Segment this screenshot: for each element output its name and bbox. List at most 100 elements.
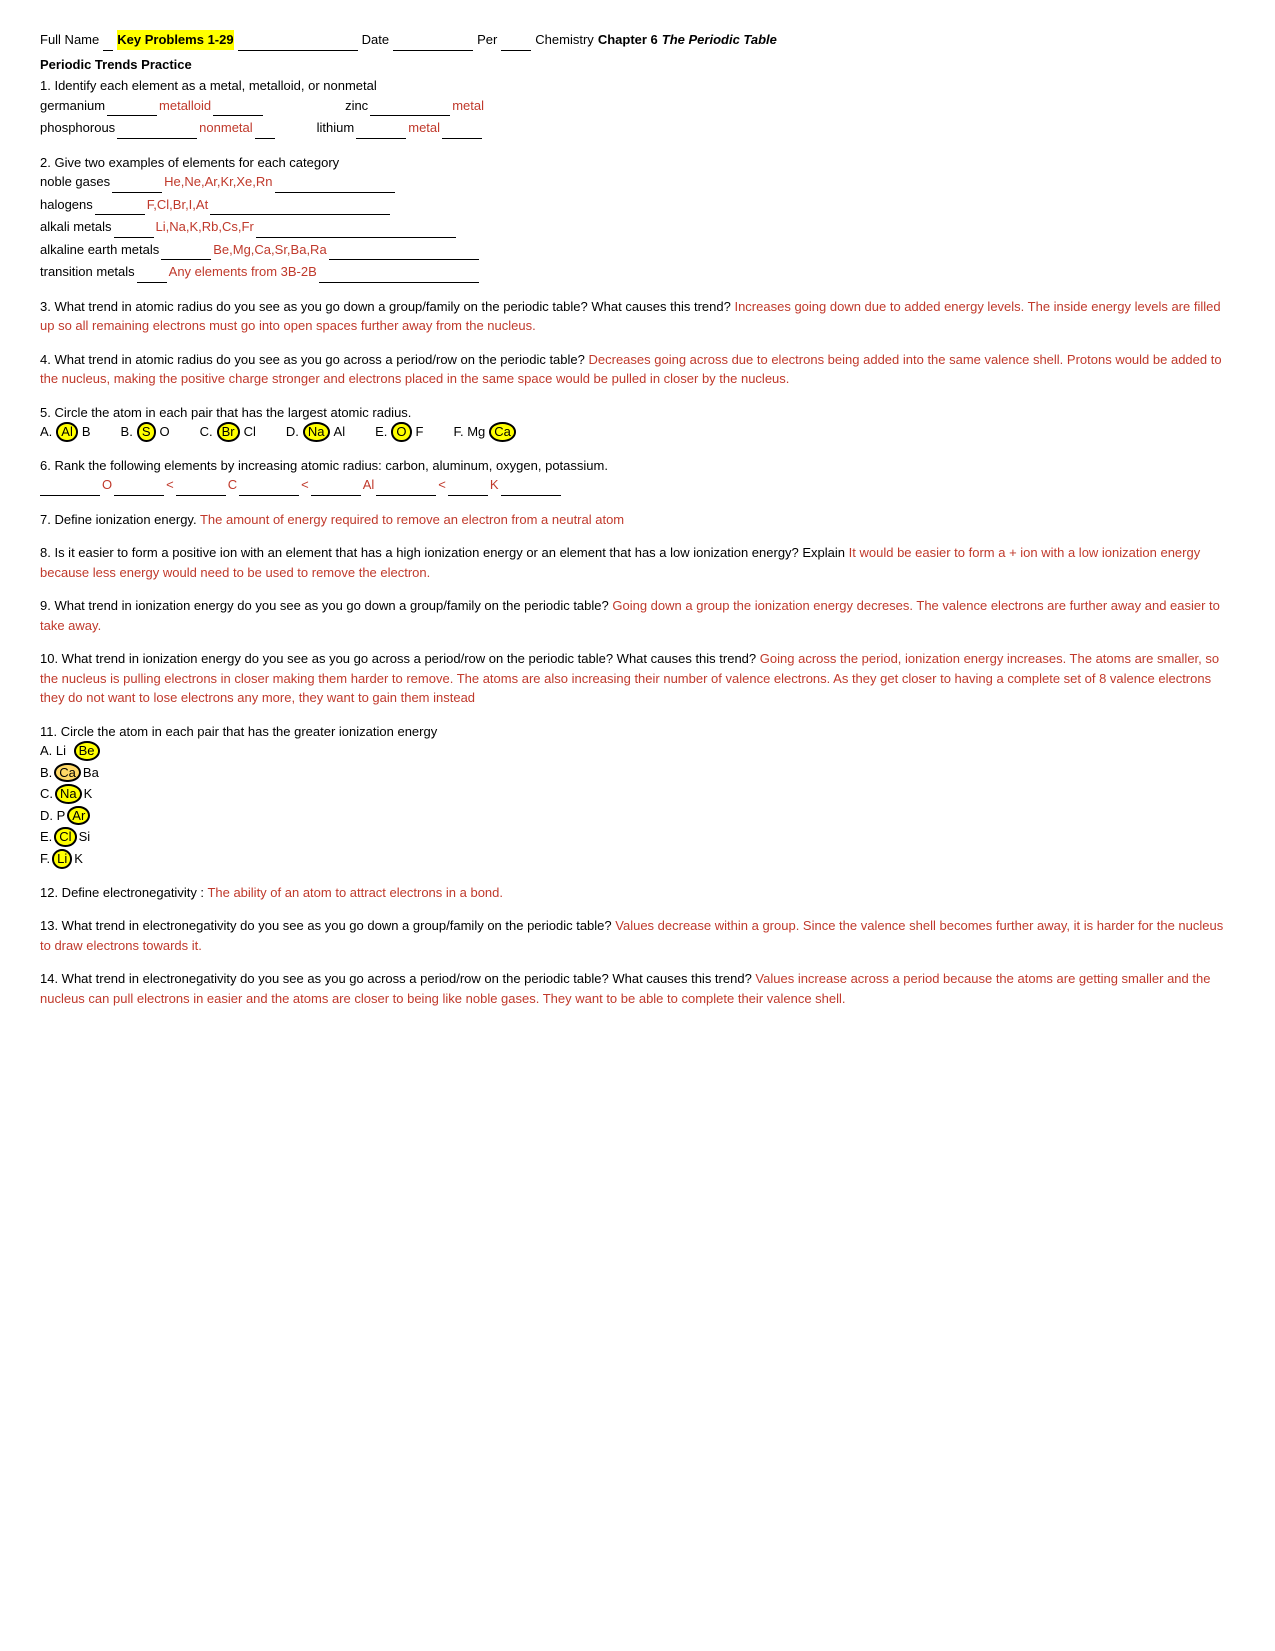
question-4: 4. What trend in atomic radius do you se… — [40, 350, 1235, 389]
q1-phosphorous-label: phosphorous — [40, 118, 115, 138]
q5-c-label: C. — [200, 422, 213, 442]
question-13: 13. What trend in electronegativity do y… — [40, 916, 1235, 955]
q7-answer: The amount of energy required to remove … — [200, 512, 624, 527]
q1-text: 1. Identify each element as a metal, met… — [40, 76, 1235, 96]
q5-a-label: A. — [40, 422, 52, 442]
q12-question: 12. Define electronegativity : — [40, 885, 204, 900]
question-7: 7. Define ionization energy. The amount … — [40, 510, 1235, 530]
q5-f-ca: Ca — [489, 422, 516, 442]
q2-alkaline-answer: Be,Mg,Ca,Sr,Ba,Ra — [213, 240, 326, 260]
q2-alkali-row: alkali metals Li,Na,K,Rb,Cs,Fr — [40, 217, 1235, 238]
q2-noble-answer: He,Ne,Ar,Kr,Xe,Rn — [164, 172, 272, 192]
question-2: 2. Give two examples of elements for eac… — [40, 153, 1235, 283]
q11-c-k: K — [84, 784, 93, 804]
date-blank — [393, 30, 473, 51]
q11-d-ar: Ar — [67, 806, 90, 826]
q5-e-f: F — [416, 422, 424, 442]
name-blank-pre — [103, 30, 113, 51]
q11-d-label: D. P — [40, 806, 65, 826]
q5-a-al: Al — [56, 422, 78, 442]
q8-question: 8. Is it easier to form a positive ion w… — [40, 545, 845, 560]
q1-lithium-blank — [356, 118, 406, 139]
q5-b-s: S — [137, 422, 156, 442]
q5-d-label: D. — [286, 422, 299, 442]
q1-zinc-blank — [370, 96, 450, 117]
q14-question: 14. What trend in electronegativity do y… — [40, 971, 752, 986]
q1-lithium-blank2 — [442, 118, 482, 139]
q6-c: C — [228, 475, 237, 495]
q2-noble-blank2 — [275, 172, 395, 193]
q5-c-cl: Cl — [244, 422, 256, 442]
q5-text: 5. Circle the atom in each pair that has… — [40, 403, 1235, 423]
q11-pair-a: A. Li Be — [40, 741, 1235, 761]
q6-blank2 — [114, 475, 164, 496]
q10-question: 10. What trend in ionization energy do y… — [40, 651, 756, 666]
question-12: 12. Define electronegativity : The abili… — [40, 883, 1235, 903]
q2-alkaline-row: alkaline earth metals Be,Mg,Ca,Sr,Ba,Ra — [40, 240, 1235, 261]
q6-lt1: < — [166, 475, 174, 495]
q5-a-b: B — [82, 422, 91, 442]
q11-f-k: K — [74, 849, 83, 869]
q2-halogens-blank1 — [95, 195, 145, 216]
q2-halogens-answer: F,Cl,Br,I,At — [147, 195, 208, 215]
q1-phosphorous-answer: nonmetal — [199, 118, 252, 138]
q3-question: 3. What trend in atomic radius do you se… — [40, 299, 731, 314]
q2-transition-answer: Any elements from 3B-2B — [169, 262, 317, 282]
q2-alkali-blank2 — [256, 217, 456, 238]
q6-blank3 — [176, 475, 226, 496]
q6-k: K — [490, 475, 499, 495]
q5-e-label: E. — [375, 422, 387, 442]
q5-pairs-row: A. Al B B. S O C. Br Cl D. Na Al — [40, 422, 1235, 442]
worksheet: Full Name Key Problems 1-29 Date Per Che… — [40, 30, 1235, 1008]
q11-pair-d: D. P Ar — [40, 806, 1235, 826]
q2-transition-blank1 — [137, 262, 167, 283]
q11-b-ca: Ca — [54, 763, 81, 783]
q11-f-label: F. — [40, 849, 50, 869]
question-8: 8. Is it easier to form a positive ion w… — [40, 543, 1235, 582]
question-6: 6. Rank the following elements by increa… — [40, 456, 1235, 496]
q2-noble-blank1 — [112, 172, 162, 193]
q6-blank6 — [376, 475, 436, 496]
q2-alkali-label: alkali metals — [40, 217, 112, 237]
chemistry-label: Chemistry — [535, 30, 594, 50]
q11-f-li: Li — [52, 849, 72, 869]
q2-alkali-blank1 — [114, 217, 154, 238]
q1-zinc-answer: metal — [452, 96, 484, 116]
q11-b-label: B. — [40, 763, 52, 783]
q2-text: 2. Give two examples of elements for eac… — [40, 153, 1235, 173]
q2-transition-label: transition metals — [40, 262, 135, 282]
q11-pair-f: F. Li K — [40, 849, 1235, 869]
q5-d-na: Na — [303, 422, 330, 442]
per-label: Per — [477, 30, 497, 50]
q1-germanium-answer: metalloid — [159, 96, 211, 116]
q6-blank5 — [311, 475, 361, 496]
chapter-label: Chapter 6 — [598, 30, 658, 50]
q11-e-label: E. — [40, 827, 52, 847]
q5-e-o: O — [391, 422, 411, 442]
q5-b-o: O — [160, 422, 170, 442]
question-9: 9. What trend in ionization energy do yo… — [40, 596, 1235, 635]
chapter-title: The Periodic Table — [662, 30, 777, 50]
per-blank — [501, 30, 531, 51]
q6-blank4 — [239, 475, 299, 496]
q1-phosphorous-blank — [117, 118, 197, 139]
q6-lt2: < — [301, 475, 309, 495]
name-blank-post — [238, 30, 358, 51]
question-3: 3. What trend in atomic radius do you se… — [40, 297, 1235, 336]
q2-transition-row: transition metals Any elements from 3B-2… — [40, 262, 1235, 283]
q2-alkaline-blank2 — [329, 240, 479, 261]
date-label: Date — [362, 30, 389, 50]
q11-a-label: A. Li — [40, 741, 66, 761]
q2-alkaline-label: alkaline earth metals — [40, 240, 159, 260]
q11-e-cl: Cl — [54, 827, 76, 847]
q2-transition-blank2 — [319, 262, 479, 283]
q5-b-label: B. — [121, 422, 133, 442]
q1-lithium-label: lithium — [317, 118, 355, 138]
q5-pair-c: C. Br Cl — [200, 422, 256, 442]
q2-noble-label: noble gases — [40, 172, 110, 192]
q1-lithium-answer: metal — [408, 118, 440, 138]
q1-germanium-blank1 — [107, 96, 157, 117]
name-value: Key Problems 1-29 — [117, 30, 233, 50]
question-14: 14. What trend in electronegativity do y… — [40, 969, 1235, 1008]
q1-zinc-label: zinc — [345, 96, 368, 116]
